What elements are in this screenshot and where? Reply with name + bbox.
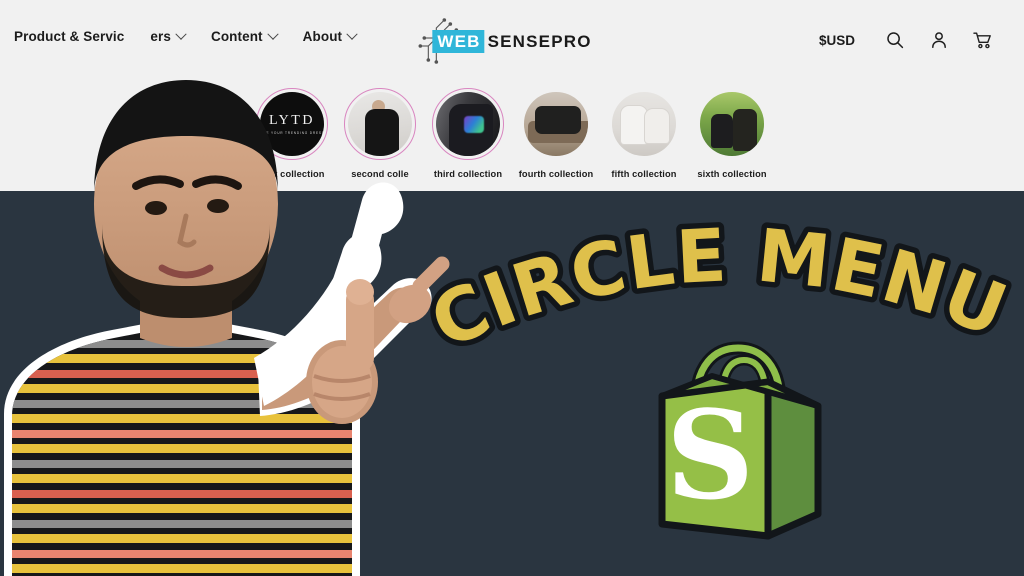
collection-label: fourth collection [518, 169, 594, 179]
collection-label: second colle [351, 169, 409, 179]
search-icon[interactable] [884, 29, 906, 51]
currency-selector[interactable]: $USD [819, 33, 862, 48]
header-utilities: $USD [819, 29, 994, 51]
collection-ring [520, 88, 592, 160]
collection-ring [696, 88, 768, 160]
nav-item-partners[interactable]: ers [150, 28, 187, 44]
collection-item-sixth[interactable]: sixth collection [693, 88, 771, 179]
chevron-down-icon [346, 28, 358, 40]
collection-label: first collection [259, 169, 325, 179]
nav-label: About [302, 29, 343, 44]
collection-item-second[interactable]: second colle [341, 88, 419, 179]
collection-label: fifth collection [611, 169, 677, 179]
collection-thumbnail [700, 92, 764, 156]
collection-thumbnail: LYTD LIVE YOUR TRENDING DRESS [260, 92, 324, 156]
shopify-s-letter: S [666, 383, 754, 527]
collection-ring [344, 88, 416, 160]
collection-label: third collection [433, 169, 503, 179]
site-header: Product & Servic ers Content About WEB S… [0, 0, 1024, 80]
collection-ring [608, 88, 680, 160]
collection-item-first[interactable]: LYTD LIVE YOUR TRENDING DRESS first coll… [253, 88, 331, 179]
thumbnail-hero-area [0, 191, 1024, 576]
circle-collection-menu: LYTD LIVE YOUR TRENDING DRESS first coll… [0, 88, 1024, 179]
lytd-wordmark: LYTD [269, 112, 315, 128]
account-icon[interactable] [928, 29, 950, 51]
currency-label: $USD [818, 32, 855, 48]
main-navigation: Product & Servic ers Content About [14, 28, 358, 44]
nav-label: ers [150, 29, 171, 44]
nav-item-content[interactable]: Content [210, 28, 279, 44]
collection-thumbnail [436, 92, 500, 156]
collection-item-fourth[interactable]: fourth collection [517, 88, 595, 179]
logo-text-sensepro: SENSEPRO [487, 31, 592, 51]
collection-label: sixth collection [697, 169, 767, 179]
collection-item-fifth[interactable]: fifth collection [605, 88, 683, 179]
website-screenshot-region: Product & Servic ers Content About WEB S… [0, 0, 1024, 191]
chevron-down-icon [175, 28, 187, 40]
nav-item-product-services[interactable]: Product & Servic [14, 29, 124, 44]
cart-icon[interactable] [972, 29, 994, 51]
chevron-down-icon [266, 28, 279, 40]
nav-label: Content [210, 29, 263, 44]
collection-thumbnail [612, 92, 676, 156]
shopify-bag-logo: S [648, 338, 834, 548]
logo-text-web: WEB [432, 29, 485, 53]
site-logo[interactable]: WEB SENSEPRO [418, 18, 592, 64]
collection-ring [432, 88, 504, 160]
collection-thumbnail [348, 92, 412, 156]
collection-item-third[interactable]: third collection [429, 88, 507, 179]
nav-item-about[interactable]: About [302, 28, 358, 44]
collection-ring: LYTD LIVE YOUR TRENDING DRESS [256, 88, 328, 160]
collection-thumbnail [524, 92, 588, 156]
video-thumbnail: Product & Servic ers Content About WEB S… [0, 0, 1024, 576]
nav-label: Product & Servic [14, 29, 125, 44]
lytd-tagline: LIVE YOUR TRENDING DRESS [260, 130, 324, 135]
